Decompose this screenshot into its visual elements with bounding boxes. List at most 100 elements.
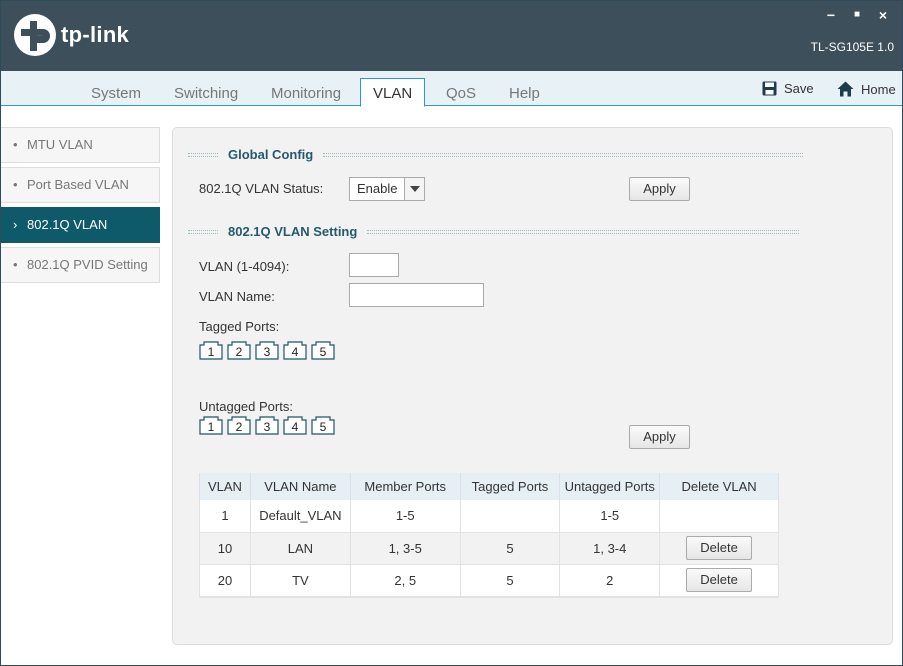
vlan-name-label: VLAN Name: bbox=[199, 289, 275, 304]
table-row: 10 LAN 1, 3-5 5 1, 3-4 Delete bbox=[199, 532, 779, 565]
maximize-icon[interactable]: ■ bbox=[850, 7, 864, 23]
tab-switching[interactable]: Switching bbox=[174, 85, 238, 102]
column-header-tagged-ports: Tagged Ports bbox=[459, 473, 561, 500]
cell-tagged-ports: 5 bbox=[459, 532, 561, 565]
sidebar-item-label: MTU VLAN bbox=[27, 137, 93, 152]
port-number: 5 bbox=[319, 345, 327, 359]
table-row: 20 TV 2, 5 5 2 Delete bbox=[199, 564, 779, 597]
tab-qos[interactable]: QoS bbox=[446, 85, 476, 102]
section-divider bbox=[367, 229, 800, 234]
sidebar-item-label: Port Based VLAN bbox=[27, 177, 129, 192]
cell-member-ports: 2, 5 bbox=[349, 564, 461, 597]
vlan-apply-button[interactable]: Apply bbox=[629, 425, 690, 449]
vlan-table: VLAN VLAN Name Member Ports Tagged Ports… bbox=[199, 473, 779, 597]
sidebar-item-8021q-pvid-setting[interactable]: • 802.1Q PVID Setting bbox=[1, 247, 160, 283]
delete-vlan-20-button[interactable]: Delete bbox=[686, 568, 753, 592]
untagged-port-2[interactable]: 2 bbox=[227, 416, 251, 435]
tagged-port-1[interactable]: 1 bbox=[199, 341, 223, 360]
column-header-member-ports: Member Ports bbox=[349, 473, 461, 500]
brand-name: tp-link bbox=[61, 22, 130, 47]
cell-tagged-ports: 5 bbox=[459, 564, 561, 597]
tp-link-logo-icon bbox=[14, 14, 56, 56]
home-button[interactable]: Home bbox=[837, 81, 896, 97]
minimize-icon[interactable]: − bbox=[824, 7, 838, 23]
cell-tagged-ports bbox=[459, 500, 561, 533]
tagged-ports-group: 1 2 3 4 5 bbox=[199, 341, 335, 360]
port-number: 1 bbox=[207, 345, 215, 359]
section-divider bbox=[188, 229, 218, 234]
port-number: 2 bbox=[235, 420, 243, 434]
tab-vlan[interactable]: VLAN bbox=[360, 78, 426, 107]
cell-vlan-name: LAN bbox=[249, 532, 351, 565]
brand-logo: tp-link bbox=[13, 13, 129, 57]
port-number: 4 bbox=[291, 420, 299, 434]
delete-vlan-10-button[interactable]: Delete bbox=[686, 536, 753, 560]
sidebar-item-mtu-vlan[interactable]: • MTU VLAN bbox=[1, 127, 160, 163]
tab-monitoring[interactable]: Monitoring bbox=[271, 85, 341, 102]
column-header-vlan: VLAN bbox=[199, 473, 251, 500]
port-number: 3 bbox=[263, 420, 271, 434]
untagged-port-4[interactable]: 4 bbox=[283, 416, 307, 435]
close-icon[interactable]: × bbox=[876, 7, 890, 23]
tab-system[interactable]: System bbox=[91, 85, 141, 102]
table-row: 1 Default_VLAN 1-5 1-5 bbox=[199, 500, 779, 533]
cell-vlan: 10 bbox=[199, 532, 251, 565]
table-bottom-border bbox=[199, 594, 779, 598]
port-number: 1 bbox=[207, 420, 215, 434]
vlan-id-label: VLAN (1-4094): bbox=[199, 259, 290, 274]
global-apply-button[interactable]: Apply bbox=[629, 177, 690, 201]
bullet-icon: • bbox=[13, 177, 18, 192]
save-button[interactable]: Save bbox=[762, 81, 814, 96]
cell-vlan: 1 bbox=[199, 500, 251, 533]
title-bar: tp-link − ■ × TL-SG105E 1.0 bbox=[1, 1, 902, 71]
tagged-port-2[interactable]: 2 bbox=[227, 341, 251, 360]
cell-vlan-name: Default_VLAN bbox=[249, 500, 351, 533]
app-window: tp-link − ■ × TL-SG105E 1.0 System Switc… bbox=[0, 0, 903, 666]
port-number: 5 bbox=[319, 420, 327, 434]
global-config-header: Global Config bbox=[188, 147, 804, 162]
tagged-ports-label: Tagged Ports: bbox=[199, 319, 280, 334]
cell-vlan: 20 bbox=[199, 564, 251, 597]
cell-untagged-ports: 2 bbox=[559, 564, 661, 597]
column-header-delete-vlan: Delete VLAN bbox=[659, 473, 779, 500]
bullet-icon: • bbox=[13, 257, 18, 272]
cell-untagged-ports: 1-5 bbox=[559, 500, 661, 533]
section-title: 802.1Q VLAN Setting bbox=[228, 224, 358, 239]
untagged-port-1[interactable]: 1 bbox=[199, 416, 223, 435]
tagged-port-4[interactable]: 4 bbox=[283, 341, 307, 360]
vlan-status-select[interactable]: Enable bbox=[349, 177, 425, 201]
section-title: Global Config bbox=[228, 147, 314, 162]
cell-member-ports: 1-5 bbox=[349, 500, 461, 533]
sidebar-item-label: 802.1Q VLAN bbox=[27, 217, 108, 232]
bullet-icon: • bbox=[13, 137, 18, 152]
column-header-vlan-name: VLAN Name bbox=[249, 473, 351, 500]
tagged-port-5[interactable]: 5 bbox=[311, 341, 335, 360]
sidebar-item-port-based-vlan[interactable]: • Port Based VLAN bbox=[1, 167, 160, 203]
port-number: 3 bbox=[263, 345, 271, 359]
cell-delete: Delete bbox=[659, 532, 779, 565]
sidebar-item-label: 802.1Q PVID Setting bbox=[27, 257, 148, 272]
cell-delete: Delete bbox=[659, 564, 779, 597]
home-label: Home bbox=[861, 81, 896, 97]
vlan-status-value: Enable bbox=[357, 181, 398, 196]
chevron-down-icon[interactable] bbox=[404, 178, 424, 200]
save-icon bbox=[762, 81, 777, 96]
table-header-row: VLAN VLAN Name Member Ports Tagged Ports… bbox=[199, 473, 779, 500]
sidebar-item-8021q-vlan[interactable]: › 802.1Q VLAN bbox=[1, 207, 160, 243]
untagged-port-3[interactable]: 3 bbox=[255, 416, 279, 435]
model-name: TL-SG105E 1.0 bbox=[810, 40, 894, 54]
vlan-name-input[interactable] bbox=[349, 283, 484, 307]
tab-help[interactable]: Help bbox=[509, 85, 540, 102]
cell-untagged-ports: 1, 3-4 bbox=[559, 532, 661, 565]
save-label: Save bbox=[784, 81, 814, 96]
vlan-status-label: 802.1Q VLAN Status: bbox=[199, 181, 324, 196]
untagged-ports-label: Untagged Ports: bbox=[199, 399, 293, 414]
untagged-ports-group: 1 2 3 4 5 bbox=[199, 416, 335, 435]
tagged-port-3[interactable]: 3 bbox=[255, 341, 279, 360]
cell-member-ports: 1, 3-5 bbox=[349, 532, 461, 565]
chevron-right-icon: › bbox=[13, 217, 18, 232]
window-controls: − ■ × bbox=[824, 7, 890, 23]
vlan-setting-header: 802.1Q VLAN Setting bbox=[188, 224, 800, 239]
untagged-port-5[interactable]: 5 bbox=[311, 416, 335, 435]
vlan-id-input[interactable] bbox=[349, 253, 399, 277]
